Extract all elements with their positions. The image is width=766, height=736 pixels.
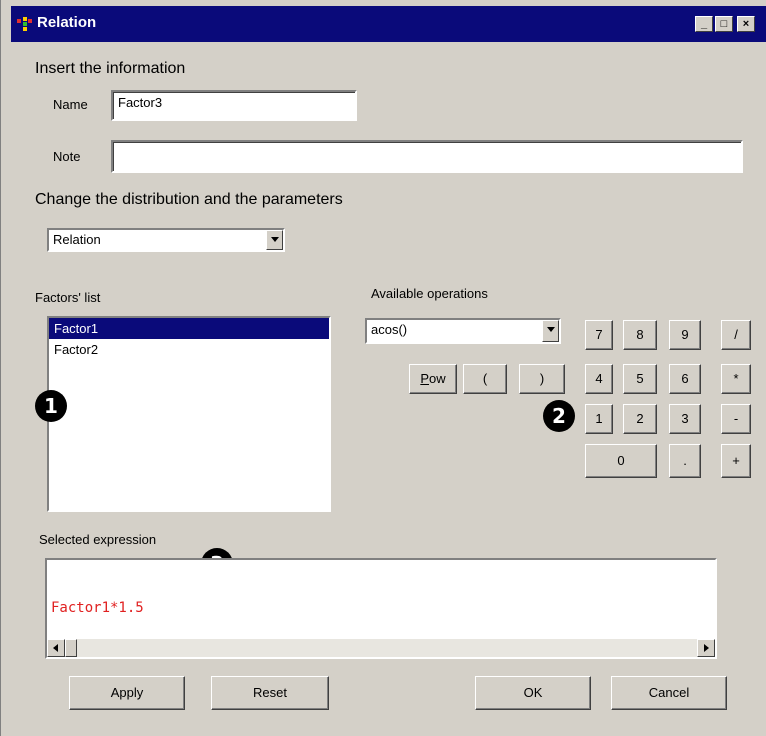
open-paren-button[interactable]: ( — [463, 364, 507, 394]
key-8-button[interactable]: 8 — [623, 320, 657, 350]
callout-1-badge: 1 — [35, 390, 67, 422]
apply-button[interactable]: Apply — [69, 676, 185, 710]
minimize-button[interactable]: _ — [695, 16, 713, 32]
multiply-button[interactable]: * — [721, 364, 751, 394]
expression-text: Factor1*1.5 — [51, 600, 144, 616]
key-3-button[interactable]: 3 — [669, 404, 701, 434]
key-5-button[interactable]: 5 — [623, 364, 657, 394]
distribution-selected: Relation — [53, 232, 101, 247]
maximize-button[interactable]: □ — [715, 16, 733, 32]
factors-label: Factors' list — [35, 290, 101, 305]
key-9-button[interactable]: 9 — [669, 320, 701, 350]
list-item-factor2[interactable]: Factor2 — [49, 339, 329, 360]
factors-list[interactable]: Factor1 Factor2 — [47, 316, 331, 512]
key-2-button[interactable]: 2 — [623, 404, 657, 434]
key-6-button[interactable]: 6 — [669, 364, 701, 394]
reset-button[interactable]: Reset — [211, 676, 329, 710]
info-header: Insert the information — [35, 60, 186, 77]
ok-button[interactable]: OK — [475, 676, 591, 710]
scroll-right-icon[interactable] — [697, 639, 715, 657]
subtract-button[interactable]: - — [721, 404, 751, 434]
expression-label: Selected expression — [39, 532, 157, 547]
key-1-button[interactable]: 1 — [585, 404, 613, 434]
chevron-down-icon[interactable] — [542, 320, 559, 342]
distribution-select[interactable]: Relation — [47, 228, 285, 252]
name-input[interactable]: Factor3 — [111, 90, 357, 121]
distribution-header: Change the distribution and the paramete… — [35, 191, 343, 208]
decimal-button[interactable]: . — [669, 444, 701, 478]
key-4-button[interactable]: 4 — [585, 364, 613, 394]
key-0-button[interactable]: 0 — [585, 444, 657, 478]
note-input[interactable] — [111, 140, 743, 173]
operations-label: Available operations — [371, 286, 488, 301]
pow-button[interactable]: Pow — [409, 364, 457, 394]
relation-window: Relation _ □ × Insert the information Na… — [0, 0, 766, 736]
operations-select[interactable]: acos() — [365, 318, 561, 344]
expression-textarea[interactable]: Factor1*1.5 — [45, 558, 717, 659]
close-button[interactable]: × — [737, 16, 755, 32]
add-button[interactable]: + — [721, 444, 751, 478]
close-paren-button[interactable]: ) — [519, 364, 565, 394]
cancel-button[interactable]: Cancel — [611, 676, 727, 710]
pow-label-rest: ow — [429, 371, 446, 386]
chevron-down-icon[interactable] — [266, 230, 283, 250]
horizontal-scrollbar[interactable] — [47, 639, 715, 657]
divide-button[interactable]: / — [721, 320, 751, 350]
operations-selected: acos() — [371, 322, 408, 337]
scrollbar-thumb[interactable] — [65, 639, 77, 657]
scroll-left-icon[interactable] — [47, 639, 65, 657]
key-7-button[interactable]: 7 — [585, 320, 613, 350]
title-bar[interactable]: Relation _ □ × — [11, 6, 766, 42]
list-item-factor1[interactable]: Factor1 — [49, 318, 329, 339]
window-title: Relation — [37, 14, 97, 31]
callout-2-badge: 2 — [543, 400, 575, 432]
app-icon — [17, 17, 32, 31]
note-label: Note — [53, 149, 81, 164]
name-label: Name — [53, 97, 88, 112]
pow-mnemonic: P — [420, 371, 430, 386]
